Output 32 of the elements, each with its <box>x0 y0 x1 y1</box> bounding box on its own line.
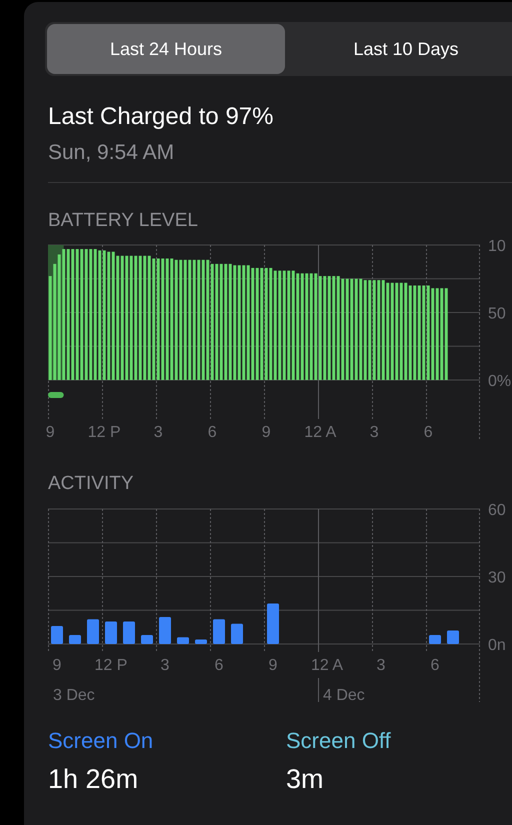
axis-label: 6 <box>208 424 217 441</box>
last-charged-time: Sun, 9:54 AM <box>48 140 176 166</box>
axis-label: 12 A <box>310 657 344 674</box>
axis-label: 9 <box>46 424 55 441</box>
usage-value: 1h 26m <box>48 763 140 795</box>
axis-label: 10 <box>488 239 506 255</box>
axis-label: 3 <box>154 424 163 441</box>
axis-label: 9 <box>52 657 62 674</box>
usage-value: 3m <box>286 763 325 795</box>
axis-label: 12 P <box>88 424 121 441</box>
section-heading: ACTIVITY <box>48 472 135 496</box>
axis-label: 50 <box>488 306 506 322</box>
axis-label: 9 <box>262 424 271 441</box>
date-label: 3 Dec <box>53 687 95 704</box>
axis-label: 12 A <box>304 424 336 441</box>
axis-label: 6 <box>424 424 433 441</box>
axis-label: 12 P <box>94 657 128 674</box>
axis-label: 3 <box>370 424 379 441</box>
axis-label: 9 <box>268 657 278 674</box>
usage-label: Screen On <box>48 727 154 755</box>
axis-label: 60 <box>488 502 506 519</box>
axis-label: 30 <box>488 570 506 586</box>
axis-label: 3 <box>160 657 170 674</box>
axis-label: 3 <box>376 657 386 674</box>
axis-label: 0n <box>488 637 506 654</box>
axis-label: 6 <box>214 657 224 674</box>
last-charged-title: Last Charged to 97% <box>48 102 274 132</box>
usage-label: Screen Off <box>286 727 392 755</box>
date-label: 4 Dec <box>323 687 365 704</box>
axis-label: 0% <box>488 373 512 390</box>
section-heading: BATTERY LEVEL <box>48 209 199 233</box>
axis-label: 6 <box>430 657 440 674</box>
